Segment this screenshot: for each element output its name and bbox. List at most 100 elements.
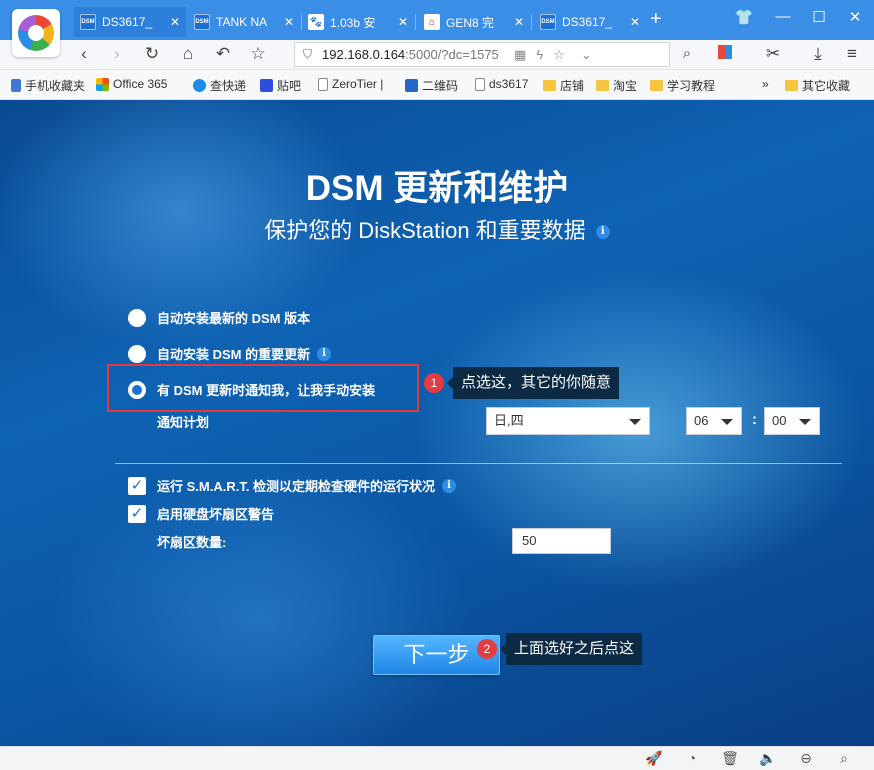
bookmark-folder-tutorials[interactable]: 学习教程 bbox=[650, 77, 715, 94]
url-text[interactable]: 192.168.0.164:5000/?dc=1575 bbox=[322, 47, 502, 62]
tab-title: TANK NA bbox=[216, 15, 268, 29]
address-bar[interactable]: ⛉ 192.168.0.164:5000/?dc=1575 ▦ ϟ ☆ ⌄ bbox=[294, 42, 670, 67]
apps-grid-icon[interactable] bbox=[714, 43, 736, 65]
bad-sector-warning-row[interactable]: ✓ 启用硬盘坏扇区警告 bbox=[128, 504, 274, 523]
scissors-icon[interactable]: ✂ bbox=[762, 43, 784, 65]
tab-close-icon[interactable]: ✕ bbox=[514, 15, 524, 29]
folder-icon bbox=[596, 80, 609, 91]
favorite-star-icon[interactable]: ☆ bbox=[247, 43, 269, 65]
bookmark-folder-taobao[interactable]: 淘宝 bbox=[596, 77, 637, 94]
office-icon bbox=[96, 77, 109, 91]
tab-ds3617-active[interactable]: DSM DS3617_ ✕ bbox=[74, 7, 186, 37]
browser-logo-icon[interactable] bbox=[12, 9, 60, 57]
zoom-out-icon[interactable]: ⊖ bbox=[797, 750, 815, 767]
bookmark-tieba[interactable]: 贴吧 bbox=[260, 77, 301, 94]
search-icon[interactable]: ⌕ bbox=[676, 43, 698, 65]
house-icon: ⌂ bbox=[424, 14, 440, 30]
speed-icon[interactable]: ◔ bbox=[683, 750, 701, 766]
option-label: 自动安装最新的 DSM 版本 bbox=[157, 311, 311, 326]
bookmark-label: 手机收藏夹 bbox=[25, 79, 86, 93]
dsm-favicon-icon: DSM bbox=[194, 14, 210, 30]
bookmark-zerotier[interactable]: ZeroTier | bbox=[318, 77, 383, 91]
bookmark-label: 其它收藏 bbox=[802, 79, 851, 93]
smart-check-row[interactable]: ✓ 运行 S.M.A.R.T. 检测以定期检查硬件的运行状况 i bbox=[128, 476, 457, 495]
info-icon[interactable]: i bbox=[595, 225, 610, 240]
select-value: 06 bbox=[694, 413, 709, 428]
zoom-icon[interactable]: ⌕ bbox=[835, 750, 853, 767]
minimize-icon[interactable]: — bbox=[772, 8, 794, 25]
qr-code-icon[interactable]: ▦ bbox=[514, 47, 526, 63]
annotation-callout-1: 点选这，其它的你随意 bbox=[446, 367, 620, 399]
bookmark-express[interactable]: 查快递 bbox=[193, 77, 246, 94]
bad-sector-warning-checkbox[interactable]: ✓ bbox=[128, 504, 146, 523]
schedule-hour-select[interactable]: 06 bbox=[686, 407, 742, 435]
bookmark-other[interactable]: 其它收藏 bbox=[785, 77, 850, 94]
skin-icon[interactable]: 👕 bbox=[733, 8, 755, 26]
phone-icon bbox=[11, 79, 21, 92]
tab-gen8[interactable]: ⌂ GEN8 完 ✕ bbox=[418, 7, 530, 37]
trash-icon[interactable]: 🗑 bbox=[721, 750, 739, 767]
schedule-days-select[interactable]: 日,四 bbox=[486, 407, 650, 435]
back-icon[interactable]: ‹ bbox=[73, 43, 95, 65]
tab-tank-nas[interactable]: DSM TANK NA ✕ bbox=[188, 7, 300, 37]
bookmark-label: Office 365 bbox=[113, 77, 168, 91]
option-auto-install-latest[interactable]: 自动安装最新的 DSM 版本 bbox=[128, 308, 310, 327]
bookmark-folder-shop[interactable]: 店铺 bbox=[543, 77, 584, 94]
chevron-down-icon bbox=[721, 419, 733, 425]
tab-title: DS3617_ bbox=[102, 15, 153, 29]
speaker-icon[interactable]: 🔈 bbox=[759, 750, 777, 767]
tab-separator bbox=[531, 14, 532, 30]
dropdown-chevron-icon[interactable]: ⌄ bbox=[581, 47, 592, 63]
bookmark-label: ds3617 bbox=[489, 77, 529, 91]
home-icon[interactable]: ⌂ bbox=[177, 43, 199, 65]
browser-status-bar: 🚀 ◔ 🗑 🔈 ⊖ ⌕ bbox=[0, 746, 874, 770]
reload-icon[interactable]: ↻ bbox=[141, 43, 163, 65]
download-icon[interactable]: ⤓ bbox=[807, 43, 829, 65]
option-auto-install-important[interactable]: 自动安装 DSM 的重要更新 i bbox=[128, 344, 332, 363]
bookmark-star-icon[interactable]: ☆ bbox=[553, 47, 565, 63]
rocket-icon[interactable]: 🚀 bbox=[645, 750, 663, 767]
section-divider bbox=[115, 463, 842, 464]
bookmark-label: 查快递 bbox=[210, 79, 247, 93]
shield-icon: ⛉ bbox=[303, 47, 313, 61]
step-badge-2: 2 bbox=[477, 639, 497, 659]
lightning-icon[interactable]: ϟ bbox=[536, 47, 543, 62]
bad-sector-count-field[interactable]: 50 bbox=[512, 528, 611, 554]
dsm-setup-page: DSM 更新和维护 保护您的 DiskStation 和重要数据 i 自动安装最… bbox=[0, 100, 874, 746]
undo-close-icon[interactable]: ↶ bbox=[212, 43, 234, 65]
bookmark-label: 二维码 bbox=[422, 79, 459, 93]
radio-auto-install-latest[interactable] bbox=[128, 308, 146, 327]
tab-close-icon[interactable]: ✕ bbox=[398, 15, 408, 29]
select-value: 日,四 bbox=[494, 413, 524, 428]
schedule-minute-select[interactable]: 00 bbox=[764, 407, 820, 435]
step-badge-1: 1 bbox=[424, 373, 444, 393]
forward-icon[interactable]: › bbox=[106, 43, 128, 65]
doc-icon bbox=[318, 77, 328, 91]
tab-title: GEN8 完 bbox=[446, 15, 495, 30]
bookmark-label: ZeroTier | bbox=[332, 77, 384, 91]
info-icon[interactable]: i bbox=[442, 478, 457, 493]
tab-close-icon[interactable]: ✕ bbox=[630, 15, 640, 29]
smart-check-checkbox[interactable]: ✓ bbox=[128, 476, 146, 495]
bookmark-label: 淘宝 bbox=[613, 79, 638, 93]
tab-close-icon[interactable]: ✕ bbox=[170, 15, 180, 29]
maximize-icon[interactable]: ☐ bbox=[808, 8, 830, 26]
chevron-down-icon bbox=[629, 419, 641, 425]
menu-icon[interactable]: ≡ bbox=[841, 43, 863, 65]
bookmark-ds3617[interactable]: ds3617 bbox=[475, 77, 528, 91]
info-icon[interactable]: i bbox=[317, 346, 332, 361]
bookmark-office[interactable]: Office 365 bbox=[96, 77, 167, 91]
new-tab-button[interactable]: + bbox=[650, 8, 662, 31]
window-close-icon[interactable]: ✕ bbox=[844, 8, 866, 26]
tab-close-icon[interactable]: ✕ bbox=[284, 15, 294, 29]
tab-103b[interactable]: 🐾 1.03b 安 ✕ bbox=[302, 7, 414, 37]
tab-title: 1.03b 安 bbox=[330, 15, 376, 30]
chevron-down-icon bbox=[799, 419, 811, 425]
time-separator: : bbox=[752, 411, 757, 428]
bookmark-phone[interactable]: 手机收藏夹 bbox=[11, 77, 85, 94]
select-value: 00 bbox=[772, 413, 787, 428]
radio-auto-install-important[interactable] bbox=[128, 344, 146, 363]
bookmarks-more-icon[interactable]: » bbox=[762, 77, 769, 91]
bookmark-qrcode[interactable]: 二维码 bbox=[405, 77, 458, 94]
tab-ds3617-2[interactable]: DSM DS3617_ ✕ bbox=[534, 7, 646, 37]
